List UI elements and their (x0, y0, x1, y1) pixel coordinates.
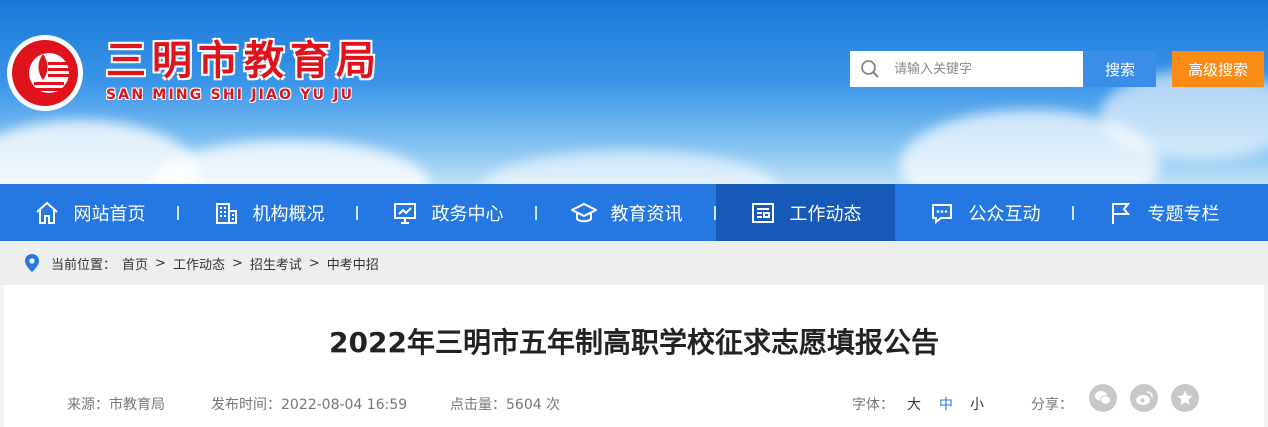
advanced-search-button[interactable]: 高级搜索 (1172, 51, 1264, 87)
main-nav: 网站首页 机构概况 政务中心 教育资讯 工作动态 公众互动 专题专栏 (0, 184, 1268, 241)
breadcrumb-prefix: 当前位置： (51, 257, 117, 273)
logo-icon[interactable] (4, 32, 86, 114)
search-icon (861, 60, 879, 78)
nav-item-label: 专题专栏 (1147, 203, 1220, 225)
font-size-medium[interactable]: 中 (939, 394, 953, 414)
nav-item-label: 网站首页 (73, 203, 146, 225)
header-banner: 三明市教育局 SAN MING SHI JIAO YU JU 搜索 高级搜索 (0, 0, 1268, 184)
nav-item-label: 机构概况 (252, 203, 325, 225)
nav-item-label: 教育资讯 (610, 203, 683, 225)
nav-item-interaction[interactable]: 公众互动 (895, 184, 1074, 241)
nav-item-label: 工作动态 (789, 203, 862, 225)
font-size-small[interactable]: 小 (970, 394, 984, 414)
share-weibo-button[interactable] (1130, 384, 1158, 412)
breadcrumb-link-enrollment[interactable]: 招生考试 (250, 254, 302, 273)
nav-item-home[interactable]: 网站首页 (0, 184, 179, 241)
article-title: 2022年三明市五年制高职学校征求志愿填报公告 (329, 326, 939, 359)
font-size-large[interactable]: 大 (907, 394, 921, 414)
breadcrumb-separator: > (231, 255, 243, 271)
breadcrumb-link-high-school-entrance[interactable]: 中考中招 (327, 254, 379, 273)
chat-icon (931, 203, 952, 224)
nav-item-special-topics[interactable]: 专题专栏 (1074, 184, 1253, 241)
article-publish-time: 发布时间：2022-08-04 16:59 (211, 397, 408, 413)
share-label: 分享： (1031, 397, 1073, 413)
location-pin-icon (25, 254, 39, 272)
share-favorite-button[interactable] (1171, 384, 1199, 412)
cloud-decoration (480, 150, 780, 184)
presentation-icon (393, 202, 416, 224)
search-button[interactable]: 搜索 (1084, 51, 1156, 87)
breadcrumb-link-work-updates[interactable]: 工作动态 (173, 254, 225, 273)
weibo-icon (1136, 391, 1153, 405)
site-name-cn[interactable]: 三明市教育局 (106, 28, 382, 86)
site-name-en: SAN MING SHI JIAO YU JU (106, 87, 355, 103)
search-box (850, 51, 1083, 87)
article-panel: 2022年三明市五年制高职学校征求志愿填报公告 来源：市教育局 发布时间：202… (4, 285, 1264, 427)
newspaper-icon (751, 202, 774, 223)
nav-item-education-news[interactable]: 教育资讯 (537, 184, 716, 241)
building-icon (215, 202, 237, 224)
search-input[interactable] (892, 60, 1076, 78)
nav-item-government[interactable]: 政务中心 (358, 184, 537, 241)
home-icon (35, 201, 58, 224)
breadcrumb-separator: > (155, 255, 166, 271)
article-hits: 点击量：5604 次 (450, 397, 561, 413)
nav-item-organization[interactable]: 机构概况 (179, 184, 358, 241)
share-wechat-button[interactable] (1089, 384, 1117, 412)
star-icon (1177, 390, 1193, 405)
breadcrumb-separator: > (308, 255, 320, 271)
nav-item-label: 政务中心 (431, 203, 504, 225)
article-source: 来源：市教育局 (67, 397, 165, 413)
cloud-decoration (150, 140, 430, 184)
nav-item-work-updates[interactable]: 工作动态 (716, 184, 895, 241)
wechat-icon (1095, 391, 1111, 405)
graduation-cap-icon (570, 202, 597, 222)
breadcrumb: 当前位置： 首页 > 工作动态 > 招生考试 > 中考中招 (0, 241, 1268, 285)
flag-icon (1111, 202, 1130, 224)
breadcrumb-link-home[interactable]: 首页 (122, 254, 148, 273)
nav-item-label: 公众互动 (968, 203, 1041, 225)
font-size-label: 字体： (852, 397, 894, 413)
